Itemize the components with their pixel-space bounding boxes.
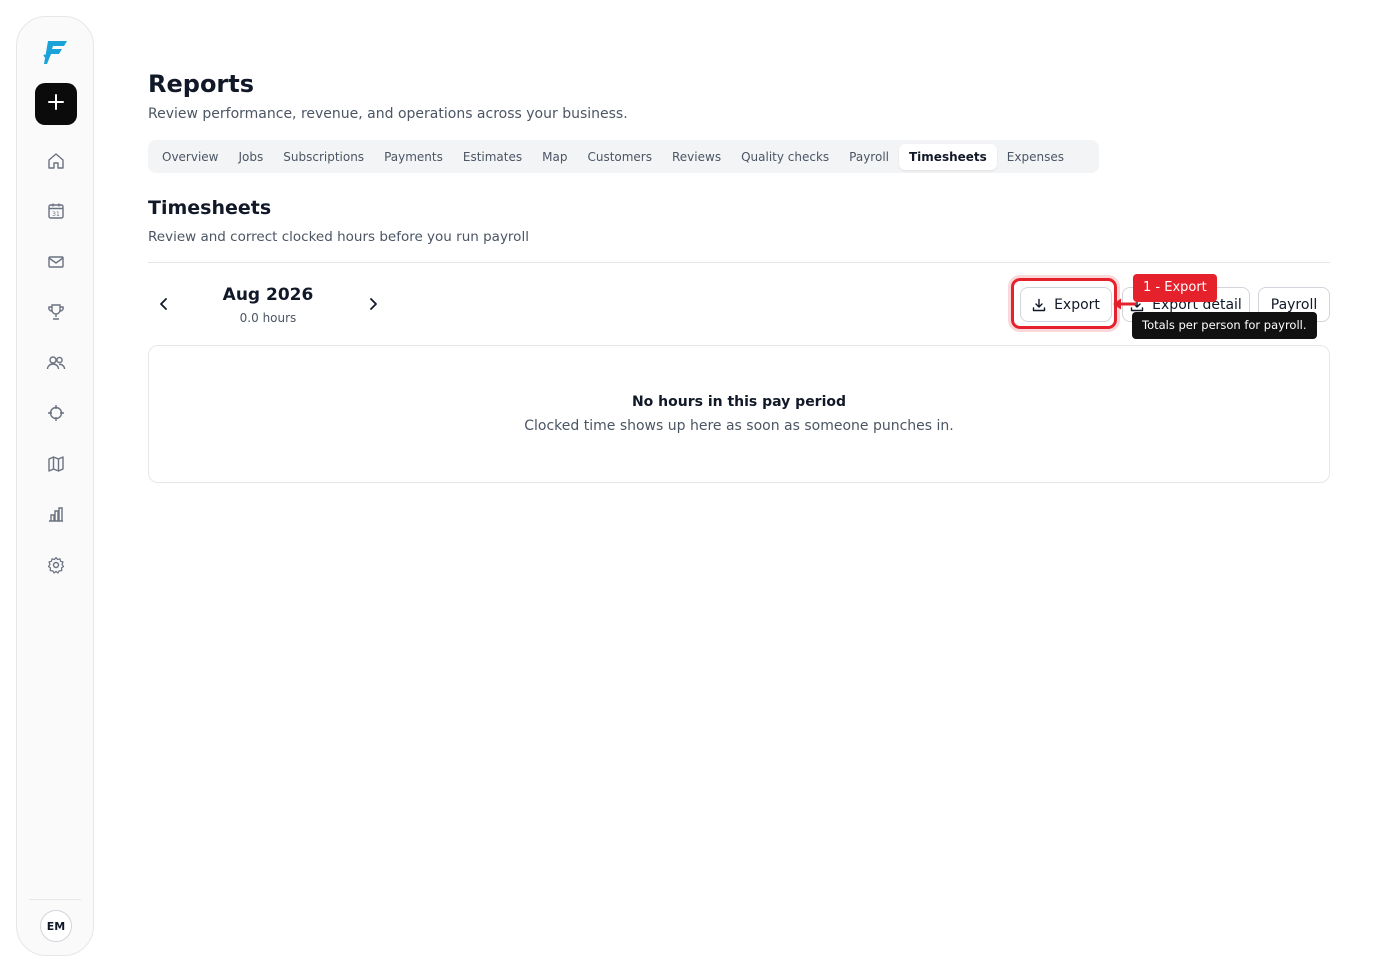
next-period-button[interactable] (361, 292, 385, 316)
timesheets-empty-state: No hours in this pay period Clocked time… (148, 345, 1330, 483)
payroll-label: Payroll (1270, 296, 1318, 313)
tab-estimates[interactable]: Estimates (453, 144, 532, 170)
tab-timesheets[interactable]: Timesheets (899, 143, 997, 170)
period-navigator: Aug 2026 0.0 hours (148, 280, 388, 330)
avatar[interactable]: EM (40, 910, 72, 942)
tab-overview[interactable]: Overview (152, 144, 229, 170)
tab-map[interactable]: Map (532, 144, 577, 170)
export-tooltip: Totals per person for payroll. (1132, 312, 1317, 339)
tab-payments[interactable]: Payments (374, 144, 453, 170)
add-button[interactable] (35, 83, 77, 125)
section-subtitle: Review and correct clocked hours before … (148, 229, 529, 245)
calendar-day-text: 31 (52, 211, 60, 218)
gear-icon[interactable] (45, 554, 67, 576)
tab-quality-checks[interactable]: Quality checks (731, 144, 839, 170)
brand-logo-icon[interactable] (41, 37, 71, 67)
period-total-hours: 0.0 hours (239, 311, 297, 325)
section-title: Timesheets (148, 197, 272, 219)
empty-state-description: Clocked time shows up here as soon as so… (524, 418, 954, 434)
tab-subscriptions[interactable]: Subscriptions (273, 144, 374, 170)
empty-state-title: No hours in this pay period (631, 394, 847, 410)
tab-expenses[interactable]: Expenses (997, 144, 1074, 170)
trophy-icon[interactable] (45, 301, 67, 323)
annotation-highlight-box (1011, 278, 1117, 329)
tab-reviews[interactable]: Reviews (662, 144, 731, 170)
annotation-label: 1 - Export (1133, 274, 1217, 302)
home-icon[interactable] (45, 150, 67, 172)
map-icon[interactable] (45, 453, 67, 475)
sidebar-divider (29, 899, 81, 900)
tab-payroll[interactable]: Payroll (839, 144, 899, 170)
crosshair-icon[interactable] (45, 402, 67, 424)
plus-icon (47, 93, 65, 115)
tab-customers[interactable]: Customers (577, 144, 662, 170)
section-divider (148, 262, 1330, 263)
users-icon[interactable] (45, 352, 67, 374)
calendar-icon[interactable]: 31 (45, 200, 67, 222)
chevron-right-icon (370, 298, 377, 310)
bar-chart-icon[interactable] (45, 503, 67, 525)
period-month: Aug 2026 (222, 285, 314, 305)
page-subtitle: Review performance, revenue, and operati… (148, 106, 628, 122)
page-title: Reports (148, 70, 255, 98)
report-tabs: Overview Jobs Subscriptions Payments Est… (148, 140, 1099, 173)
tab-jobs[interactable]: Jobs (229, 144, 274, 170)
sidebar: 31 EM (16, 16, 94, 956)
mail-icon[interactable] (45, 251, 67, 273)
